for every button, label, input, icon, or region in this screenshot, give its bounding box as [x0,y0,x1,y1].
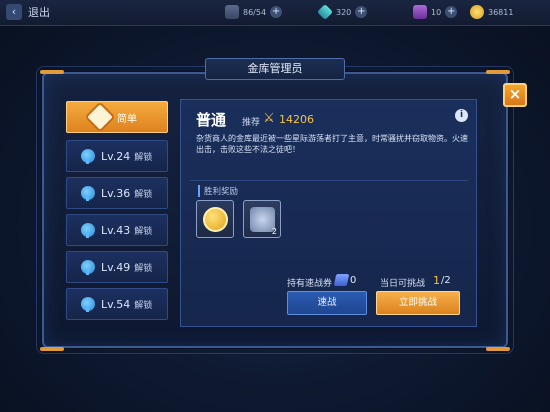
tab-label: Lv.24 解锁 [101,149,153,163]
lock-icon [81,260,95,275]
back-button[interactable]: ‹ 退出 [6,4,50,20]
back-label: 退出 [28,6,50,19]
tab-lv36[interactable]: Lv.36 解锁 [66,177,168,209]
gold-coin-icon [470,5,484,19]
corner-accent [40,70,64,74]
back-arrow-icon: ‹ [6,4,22,20]
energy-icon [225,5,239,19]
crystal-resource: 10 + [413,5,458,19]
gold-coin-icon [203,207,228,232]
corner-accent [40,347,64,351]
reward-count: 2 [271,227,277,236]
recommend-power: 14206 [279,113,314,126]
lock-icon [81,297,95,312]
tab-lv43[interactable]: Lv.43 解锁 [66,214,168,246]
gold-resource: 36811 [470,5,513,19]
corner-accent [486,70,510,74]
energy-plus-icon[interactable]: + [270,6,283,18]
level-name: 普通 [196,111,227,129]
lock-icon [81,223,95,238]
tab-label: 简单 [117,113,137,125]
diamond-value: 320 [336,7,352,17]
ticket-icon [333,274,350,286]
energy-value: 86/54 [243,7,267,17]
corner-accent [486,347,510,351]
tab-label: Lv.54 解锁 [101,297,153,311]
diamond-resource: 320 + [317,4,368,20]
difficulty-icon [84,101,116,133]
crystal-value: 10 [431,7,442,17]
diamond-icon [317,4,333,20]
top-bar: ‹ 退出 86/54 + 320 + 10 + 36811 [0,0,550,26]
tab-label: Lv.43 解锁 [101,223,153,237]
dialog-title: 金库管理员 [205,58,345,80]
ticket-count: 0 [350,275,357,286]
crossed-swords-icon: ⚔ [263,111,275,126]
challenge-total: /2 [441,275,451,286]
crystal-icon [413,5,427,19]
ticket-label: 持有速战券 [287,279,333,289]
challenge-used: 1 [433,274,440,287]
sweep-button[interactable]: 速战 [287,291,367,315]
level-description: 杂货商人的金库最近被一些星际游荡者打了主意，时常骚扰并窃取物资。火速出击，击败这… [196,134,468,154]
diamond-plus-icon[interactable]: + [355,6,368,18]
gold-value: 36811 [488,7,514,17]
tab-lv54[interactable]: Lv.54 解锁 [66,288,168,320]
close-button[interactable]: × [503,83,527,107]
crystal-plus-icon[interactable]: + [445,6,458,18]
reward-item[interactable] [196,200,234,238]
recommend-label: 推荐 [242,118,261,128]
challenge-label: 当日可挑战 [380,279,426,289]
tab-label: Lv.36 解锁 [101,186,153,200]
info-icon[interactable]: i [455,109,468,122]
challenge-now-button[interactable]: 立即挑战 [376,291,460,315]
energy-resource: 86/54 + [225,5,283,19]
tab-easy[interactable]: 简单 [66,101,168,133]
reward-item[interactable]: 2 [243,200,281,238]
tab-lv49[interactable]: Lv.49 解锁 [66,251,168,283]
tab-label: Lv.49 解锁 [101,260,153,274]
divider [190,180,468,181]
lock-icon [81,149,95,164]
lock-icon [81,186,95,201]
reward-title: 胜利奖励 [198,185,238,197]
tab-lv24[interactable]: Lv.24 解锁 [66,140,168,172]
